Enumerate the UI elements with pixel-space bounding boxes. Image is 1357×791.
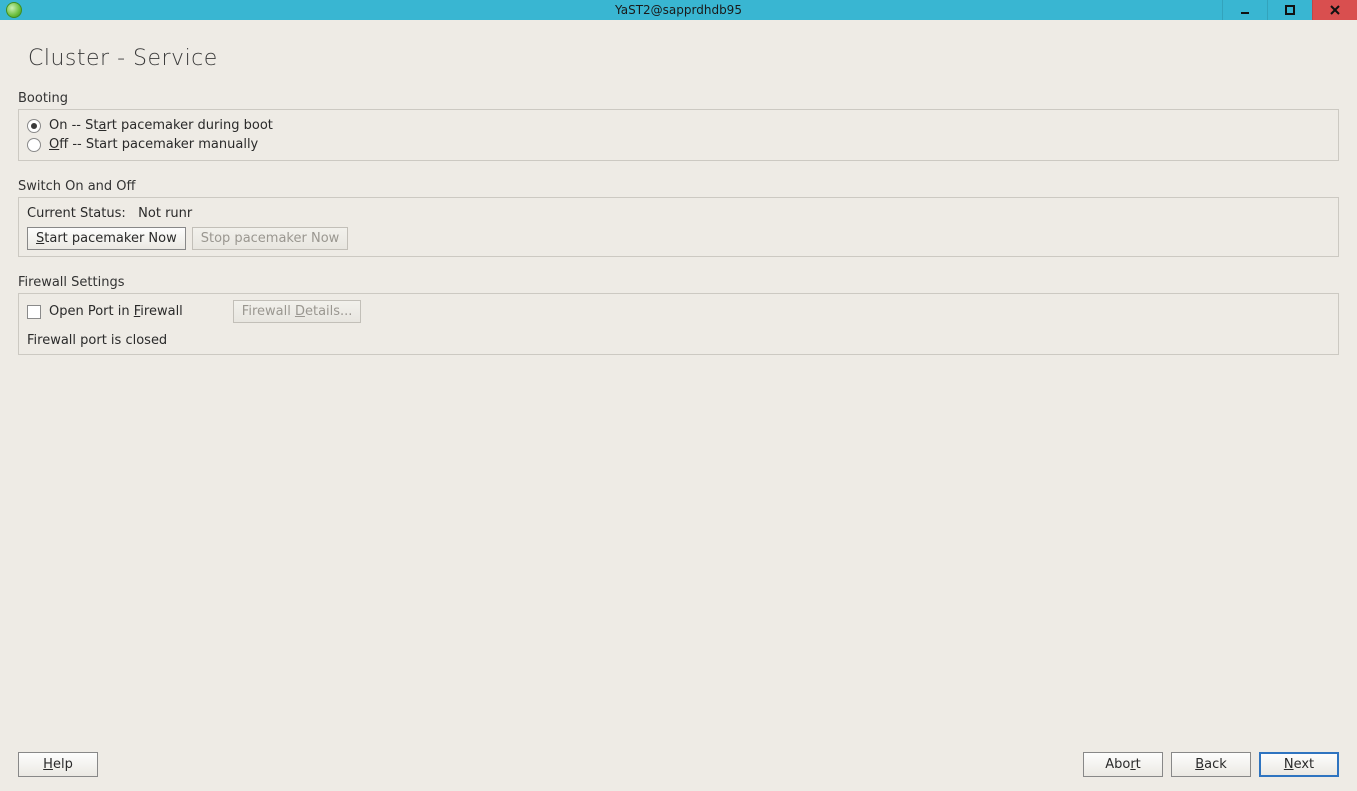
- minimize-button[interactable]: [1222, 0, 1267, 20]
- firewall-label: Firewall Settings: [18, 275, 1339, 290]
- footer-right: Abort Back Next: [1083, 752, 1339, 777]
- back-button[interactable]: Back: [1171, 752, 1251, 777]
- help-button[interactable]: Help: [18, 752, 98, 777]
- booting-label: Booting: [18, 91, 1339, 106]
- app-icon: [6, 2, 22, 18]
- radio-icon: [27, 119, 41, 133]
- next-button[interactable]: Next: [1259, 752, 1339, 777]
- maximize-icon: [1284, 4, 1296, 16]
- radio-icon: [27, 138, 41, 152]
- switch-buttons: Start pacemaker Now Stop pacemaker Now: [27, 227, 1330, 250]
- firewall-group: Open Port in Firewall Firewall Details..…: [18, 293, 1339, 355]
- titlebar: YaST2@sapprdhdb95: [0, 0, 1357, 20]
- start-pacemaker-button[interactable]: Start pacemaker Now: [27, 227, 186, 250]
- open-port-label: Open Port in Firewall: [49, 304, 183, 319]
- firewall-status: Firewall port is closed: [27, 331, 1330, 348]
- open-port-checkbox[interactable]: Open Port in Firewall: [27, 304, 183, 319]
- checkbox-icon: [27, 305, 41, 319]
- main-panel: Cluster - Service Booting On -- Start pa…: [0, 20, 1357, 791]
- page-title: Cluster - Service: [28, 46, 1339, 71]
- switch-label: Switch On and Off: [18, 179, 1339, 194]
- window-title: YaST2@sapprdhdb95: [615, 3, 742, 17]
- status-label: Current Status:: [27, 206, 130, 221]
- booting-group: On -- Start pacemaker during boot Off --…: [18, 109, 1339, 161]
- minimize-icon: [1239, 4, 1251, 16]
- firewall-details-button: Firewall Details...: [233, 300, 362, 323]
- radio-boot-off[interactable]: Off -- Start pacemaker manually: [27, 135, 1330, 154]
- close-button[interactable]: [1312, 0, 1357, 20]
- radio-boot-on[interactable]: On -- Start pacemaker during boot: [27, 116, 1330, 135]
- radio-boot-on-label: On -- Start pacemaker during boot: [49, 118, 273, 133]
- status-row: Current Status: Not runr: [27, 204, 1330, 227]
- window-controls: [1222, 0, 1357, 20]
- maximize-button[interactable]: [1267, 0, 1312, 20]
- firewall-row: Open Port in Firewall Firewall Details..…: [27, 300, 1330, 331]
- abort-button[interactable]: Abort: [1083, 752, 1163, 777]
- status-value: Not runr: [138, 206, 192, 221]
- close-icon: [1329, 4, 1341, 16]
- radio-boot-off-label: Off -- Start pacemaker manually: [49, 137, 258, 152]
- footer: Help Abort Back Next: [18, 752, 1339, 777]
- stop-pacemaker-button: Stop pacemaker Now: [192, 227, 349, 250]
- switch-group: Current Status: Not runr Start pacemaker…: [18, 197, 1339, 257]
